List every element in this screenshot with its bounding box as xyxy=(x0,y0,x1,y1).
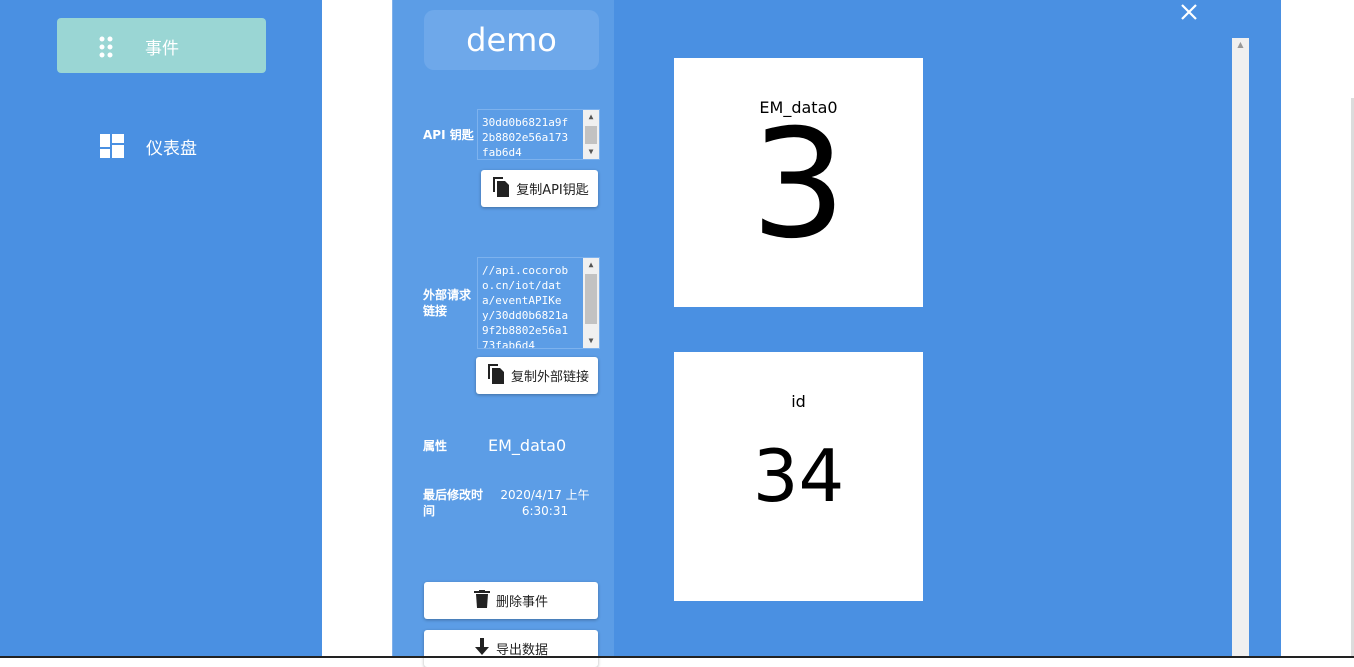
copy-external-link-label: 复制外部链接 xyxy=(510,370,589,385)
trash-icon xyxy=(473,589,490,612)
modified-value: 2020/4/17 上午6:30:31 xyxy=(500,488,590,518)
copy-api-key-button[interactable]: 复制API钥匙 xyxy=(481,170,598,207)
card-value: 3 xyxy=(750,98,847,272)
scroll-down-icon[interactable]: ▼ xyxy=(583,334,599,348)
api-key-scrollbar[interactable]: ▲ ▼ xyxy=(583,110,599,159)
copy-external-link-button[interactable]: 复制外部链接 xyxy=(476,357,598,394)
external-link-field[interactable]: //api.cocorobo.cn/iot/data/eventAPIKey/3… xyxy=(477,257,600,349)
external-link-scrollbar[interactable]: ▲ ▼ xyxy=(583,258,599,348)
sidebar-item-label: 事件 xyxy=(145,39,179,59)
scroll-up-icon[interactable]: ▲ xyxy=(583,258,599,272)
scroll-up-icon[interactable]: ▲ xyxy=(583,110,599,124)
dashboard-grid-icon xyxy=(100,134,124,163)
attribute-label: 属性 xyxy=(423,439,448,453)
delete-event-button[interactable]: 删除事件 xyxy=(424,582,598,619)
api-key-value: 30dd0b6821a9f2b8802e56a173fab6d4 xyxy=(482,116,569,159)
card-value: 34 xyxy=(752,434,845,518)
event-detail-modal: demo API 钥匙 30dd0b6821a9f2b8802e56a173fa… xyxy=(392,0,1281,667)
copy-icon xyxy=(490,176,510,202)
sidebar: 事件 仪表盘 xyxy=(0,0,322,658)
export-data-button[interactable]: 导出数据 xyxy=(424,630,598,667)
copy-icon xyxy=(485,363,505,389)
scroll-down-icon[interactable]: ▼ xyxy=(583,145,599,159)
event-title: demo xyxy=(424,10,599,70)
event-info-panel: demo API 钥匙 30dd0b6821a9f2b8802e56a173fa… xyxy=(393,0,614,667)
data-card: id 34 xyxy=(674,352,923,601)
sidebar-item-events[interactable]: 事件 xyxy=(57,18,266,73)
scroll-up-icon[interactable]: ▲ xyxy=(1232,40,1249,49)
delete-event-label: 删除事件 xyxy=(495,595,548,610)
sidebar-item-label: 仪表盘 xyxy=(146,139,197,159)
copy-api-key-label: 复制API钥匙 xyxy=(516,183,589,198)
api-key-label: API 钥匙 xyxy=(423,128,474,142)
external-link-value: //api.cocorobo.cn/iot/data/eventAPIKey/3… xyxy=(482,264,569,349)
external-link-label: 外部请求链接 xyxy=(423,288,472,318)
scroll-thumb[interactable] xyxy=(585,126,597,144)
api-key-field[interactable]: 30dd0b6821a9f2b8802e56a173fab6d4 ▲ ▼ xyxy=(477,109,600,160)
card-name: id xyxy=(791,392,806,411)
data-card: EM_data0 3 xyxy=(674,58,923,307)
scroll-thumb[interactable] xyxy=(585,274,597,324)
content-scrollbar[interactable]: ▲ xyxy=(1232,38,1249,658)
modified-label: 最后修改时间 xyxy=(423,488,484,518)
page-scrollbar[interactable] xyxy=(1337,0,1354,658)
attribute-value: EM_data0 xyxy=(488,436,567,455)
close-icon[interactable] xyxy=(1179,2,1199,26)
drag-dots-icon xyxy=(99,36,113,63)
